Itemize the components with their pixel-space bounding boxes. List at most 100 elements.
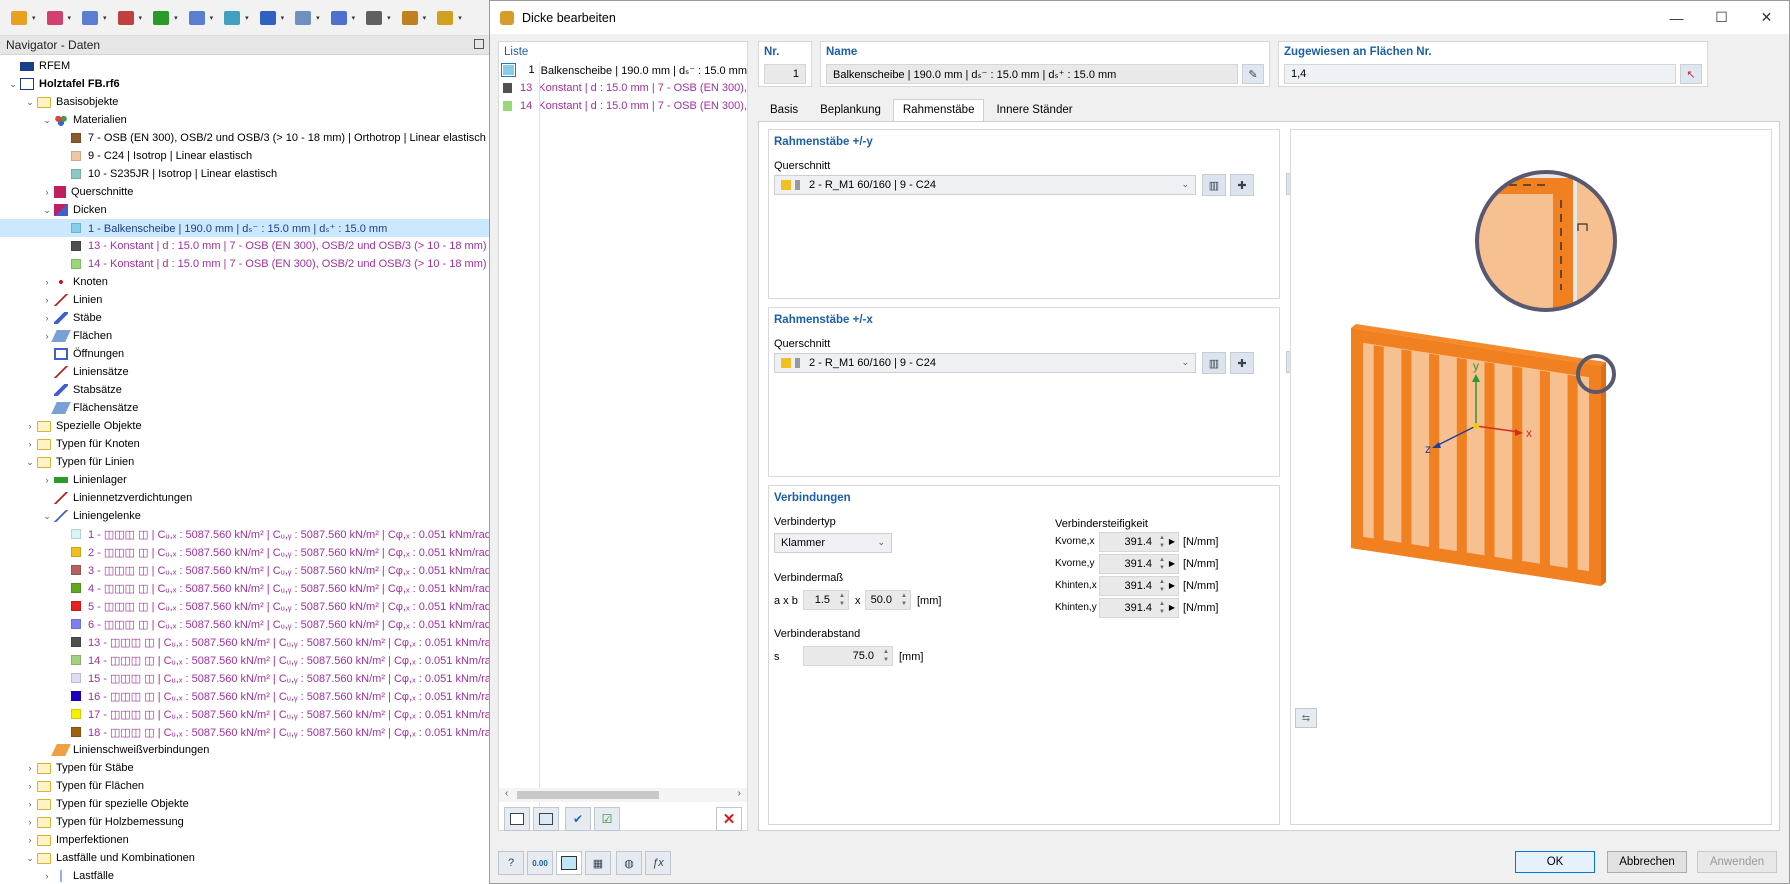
stiffness-input[interactable]: 391.4 ▲ ▼ ▶: [1099, 576, 1179, 596]
apply-button[interactable]: Anwenden: [1697, 851, 1777, 873]
tree-item[interactable]: ⌄ Materialien: [0, 111, 490, 129]
menu-arrow-icon[interactable]: ▶: [1169, 533, 1175, 551]
expand-chevron-down-icon[interactable]: ⌄: [23, 97, 37, 108]
tree-item[interactable]: Öffnungen: [0, 345, 490, 363]
tree-item[interactable]: Stabsätze: [0, 381, 490, 399]
tree-item[interactable]: Liniennetzverdichtungen: [0, 489, 490, 507]
list-hscrollbar[interactable]: ‹ ›: [499, 788, 747, 802]
help-button[interactable]: ?: [498, 851, 524, 875]
tree-item[interactable]: › Lastfälle: [0, 867, 490, 884]
list-item[interactable]: 14 Konstant | d : 15.0 mm | 7 - OSB (EN 3…: [499, 97, 747, 115]
stiffness-input[interactable]: 391.4 ▲ ▼ ▶: [1099, 554, 1179, 574]
toolbar-tool-icon[interactable]: [257, 7, 279, 29]
dropdown-caret-icon[interactable]: ▾: [210, 14, 214, 22]
tree-item[interactable]: 18 - ◫◫◫ ◫ | Cᵤ,ₓ : 5087.560 kN/m² | Cᵤ,…: [0, 723, 490, 741]
new-item-button[interactable]: [504, 807, 530, 831]
list-item[interactable]: 13 Konstant | d : 15.0 mm | 7 - OSB (EN 3…: [499, 79, 747, 97]
menu-arrow-icon[interactable]: ▶: [1169, 577, 1175, 595]
spinner-icon[interactable]: ▲ ▼: [883, 648, 889, 664]
connector-spacing-input[interactable]: 75.0 ▲ ▼: [803, 646, 893, 666]
dropdown-caret-icon[interactable]: ▾: [281, 14, 285, 22]
new-section-button[interactable]: ✚: [1230, 352, 1254, 374]
connector-type-select[interactable]: Klammer ⌄: [774, 533, 892, 553]
pin-icon[interactable]: [474, 39, 484, 49]
expand-chevron-right-icon[interactable]: ›: [40, 475, 54, 485]
maximize-icon[interactable]: ☐: [1699, 1, 1744, 34]
tree-item[interactable]: › Knoten: [0, 273, 490, 291]
name-field[interactable]: Balkenscheibe | 190.0 mm | dₛ⁻ : 15.0 mm…: [826, 64, 1238, 84]
preview-options-button[interactable]: ⇆: [1295, 708, 1317, 728]
menu-arrow-icon[interactable]: ▶: [1169, 555, 1175, 573]
dropdown-caret-icon[interactable]: ▾: [423, 14, 427, 22]
expand-chevron-right-icon[interactable]: ›: [23, 439, 37, 449]
toolbar-tool-icon[interactable]: [44, 7, 66, 29]
spinner-icon[interactable]: ▲ ▼: [1159, 600, 1165, 616]
tree-item[interactable]: 9 - C24 | Isotrop | Linear elastisch: [0, 147, 490, 165]
decimal-places-button[interactable]: 0.00: [527, 851, 553, 875]
toolbar-tool-icon[interactable]: [363, 7, 385, 29]
expand-chevron-right-icon[interactable]: ›: [23, 799, 37, 809]
expand-chevron-down-icon[interactable]: ⌄: [23, 853, 37, 864]
expand-chevron-down-icon[interactable]: ⌄: [40, 511, 54, 522]
ok-button[interactable]: OK: [1515, 851, 1595, 873]
close-icon[interactable]: ✕: [1744, 1, 1789, 34]
tree-item[interactable]: › Typen für Stäbe: [0, 759, 490, 777]
expand-chevron-right-icon[interactable]: ›: [40, 871, 54, 881]
expand-chevron-right-icon[interactable]: ›: [40, 295, 54, 305]
tree-item[interactable]: › Imperfektionen: [0, 831, 490, 849]
tree-item[interactable]: ⌄ Dicken: [0, 201, 490, 219]
tree-item[interactable]: 14 - ◫◫◫ ◫ | Cᵤ,ₓ : 5087.560 kN/m² | Cᵤ,…: [0, 651, 490, 669]
spinner-icon[interactable]: ▲ ▼: [1159, 534, 1165, 550]
tree-item[interactable]: ⌄ Lastfälle und Kombinationen: [0, 849, 490, 867]
pick-surfaces-button[interactable]: ↖: [1680, 64, 1702, 84]
dropdown-caret-icon[interactable]: ▾: [352, 14, 356, 22]
expand-chevron-right-icon[interactable]: ›: [40, 313, 54, 323]
dropdown-caret-icon[interactable]: ▾: [458, 14, 462, 22]
formula-button[interactable]: ƒx: [645, 851, 671, 875]
tree-item[interactable]: 10 - S235JR | Isotrop | Linear elastisch: [0, 165, 490, 183]
dropdown-caret-icon[interactable]: ▾: [32, 14, 36, 22]
tree-item[interactable]: 16 - ◫◫◫ ◫ | Cᵤ,ₓ : 5087.560 kN/m² | Cᵤ,…: [0, 687, 490, 705]
tree-item[interactable]: 7 - OSB (EN 300), OSB/2 und OSB/3 (> 10 …: [0, 129, 490, 147]
dropdown-caret-icon[interactable]: ▾: [387, 14, 391, 22]
toolbar-tool-icon[interactable]: [399, 7, 421, 29]
expand-chevron-right-icon[interactable]: ›: [23, 817, 37, 827]
tree-item[interactable]: 6 - ◫◫◫ ◫ | Cᵤ,ₓ : 5087.560 kN/m² | Cᵤ,ᵧ…: [0, 615, 490, 633]
scroll-left-icon[interactable]: ‹: [505, 788, 508, 799]
tree-item[interactable]: 14 - Konstant | d : 15.0 mm | 7 - OSB (E…: [0, 255, 490, 273]
tree-item[interactable]: ⌄ Basisobjekte: [0, 93, 490, 111]
tree-item[interactable]: › Flächen: [0, 327, 490, 345]
tab-beplankung[interactable]: Beplankung: [810, 99, 891, 121]
spinner-icon[interactable]: ▲ ▼: [839, 592, 845, 608]
tree-item[interactable]: 1 - Balkenscheibe | 190.0 mm | dₛ⁻ : 15.…: [0, 219, 490, 237]
tree-item[interactable]: › Spezielle Objekte: [0, 417, 490, 435]
list-item[interactable]: 1 Balkenscheibe | 190.0 mm | dₛ⁻ : 15.0 m…: [499, 61, 747, 79]
tree-item[interactable]: 2 - ◫◫◫ ◫ | Cᵤ,ₓ : 5087.560 kN/m² | Cᵤ,ᵧ…: [0, 543, 490, 561]
connector-a-input[interactable]: 1.5 ▲ ▼: [803, 590, 849, 610]
toolbar-tool-icon[interactable]: [186, 7, 208, 29]
tree-item[interactable]: Liniensätze: [0, 363, 490, 381]
expand-chevron-down-icon[interactable]: ⌄: [40, 115, 54, 126]
tree-item[interactable]: 3 - ◫◫◫ ◫ | Cᵤ,ₓ : 5087.560 kN/m² | Cᵤ,ᵧ…: [0, 561, 490, 579]
expand-chevron-right-icon[interactable]: ›: [23, 763, 37, 773]
tree-item[interactable]: › Stäbe: [0, 309, 490, 327]
minimize-icon[interactable]: —: [1654, 1, 1699, 34]
check-all-button[interactable]: ✔: [565, 807, 591, 831]
tree-item[interactable]: RFEM: [0, 57, 490, 75]
tree-item[interactable]: 1 - ◫◫◫ ◫ | Cᵤ,ₓ : 5087.560 kN/m² | Cᵤ,ᵧ…: [0, 525, 490, 543]
toolbar-tool-icon[interactable]: [221, 7, 243, 29]
color-button[interactable]: [556, 851, 582, 875]
edit-name-button[interactable]: ✎: [1242, 64, 1264, 84]
cancel-button[interactable]: Abbrechen: [1607, 851, 1687, 873]
frame-y-section-select[interactable]: 2 - R_M1 60/160 | 9 - C24 ⌄: [774, 175, 1196, 195]
toolbar-tool-icon[interactable]: [79, 7, 101, 29]
expand-chevron-right-icon[interactable]: ›: [23, 835, 37, 845]
expand-chevron-down-icon[interactable]: ⌄: [40, 205, 54, 216]
tree-item[interactable]: 5 - ◫◫◫ ◫ | Cᵤ,ₓ : 5087.560 kN/m² | Cᵤ,ᵧ…: [0, 597, 490, 615]
tab-rahmenstäbe[interactable]: Rahmenstäbe: [892, 99, 985, 121]
table-button[interactable]: ▦: [585, 851, 611, 875]
spinner-icon[interactable]: ▲ ▼: [1159, 556, 1165, 572]
dropdown-caret-icon[interactable]: ▾: [103, 14, 107, 22]
tree-item[interactable]: 13 - Konstant | d : 15.0 mm | 7 - OSB (E…: [0, 237, 490, 255]
stiffness-input[interactable]: 391.4 ▲ ▼ ▶: [1099, 532, 1179, 552]
